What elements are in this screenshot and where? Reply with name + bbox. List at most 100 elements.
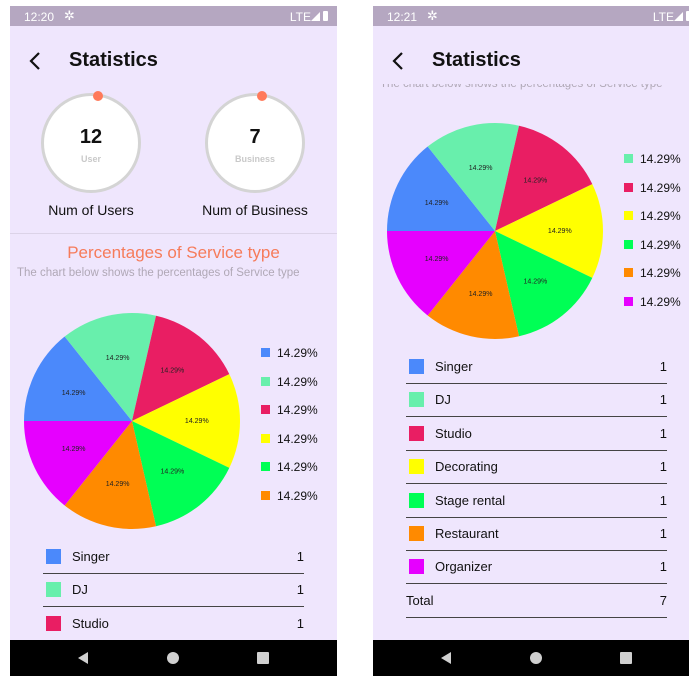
row-service-name: Decorating — [435, 459, 498, 475]
legend-label: 14.29% — [277, 460, 318, 475]
pie-slice-label: 14.29% — [185, 418, 209, 425]
legend-swatch — [624, 268, 633, 278]
signal-icon — [311, 12, 320, 21]
nav-bar — [10, 640, 337, 676]
row-service-count: 1 — [296, 549, 304, 564]
pie-slice-label: 14.29% — [62, 446, 86, 453]
business-count-sublabel: Business — [234, 154, 276, 164]
pie-slice-label: 14.29% — [469, 291, 493, 298]
row-color-swatch — [409, 392, 424, 408]
row-color-swatch — [409, 492, 424, 508]
row-service-count: 1 — [659, 559, 667, 575]
row-color-swatch — [46, 549, 61, 564]
divider — [10, 233, 337, 234]
legend-swatch — [624, 211, 633, 221]
section-description: The chart below shows the percentages of… — [17, 267, 300, 279]
table-row: Singer 1 — [406, 351, 667, 384]
row-service-name: Restaurant — [435, 526, 499, 541]
user-count-value: 12 — [79, 126, 103, 148]
row-color-swatch — [409, 425, 424, 441]
table-row: Studio 1 — [406, 418, 667, 451]
nav-home-button[interactable] — [530, 652, 542, 664]
table-row: Decorating 1 — [406, 451, 667, 485]
status-bar: 12:20 ✲ LTE — [10, 6, 337, 26]
row-service-count: 1 — [659, 492, 667, 508]
row-service-name: Studio — [435, 425, 472, 441]
row-service-name: DJ — [435, 392, 451, 408]
network-type: LTE — [289, 10, 311, 24]
business-count-circle: 7 Business — [205, 91, 305, 193]
row-color-swatch — [409, 526, 424, 541]
nav-recents-button[interactable] — [620, 652, 632, 664]
phone-screen-left: 12:20 ✲ LTE Statistics 12 User Num of Us… — [10, 6, 337, 676]
row-service-name: Organizer — [435, 559, 493, 575]
row-service-name: Studio — [72, 615, 109, 631]
business-count-caption: Num of Business — [202, 202, 308, 218]
row-service-name: Stage rental — [435, 492, 506, 508]
pie-slice-label: 14.29% — [425, 256, 449, 263]
row-service-count: 1 — [659, 359, 667, 374]
pie-slice-label: 14.29% — [161, 367, 185, 374]
total-count: 7 — [659, 592, 667, 608]
pie-slice-label: 14.29% — [524, 279, 548, 286]
row-service-count: 1 — [659, 459, 667, 475]
legend-label: 14.29% — [640, 266, 681, 281]
row-color-swatch — [46, 582, 61, 598]
pie-chart: 14.29% 14.29% 14.29% 14.29% 14.29% 14.29% 14.2… — [24, 313, 240, 529]
nav-home-button[interactable] — [167, 652, 179, 664]
row-color-swatch — [46, 615, 61, 631]
user-count-caption: Num of Users — [48, 202, 134, 218]
row-service-count: 1 — [659, 392, 667, 408]
business-count-value: 7 — [249, 126, 261, 148]
nav-recents-button[interactable] — [257, 652, 269, 664]
status-bar: 12:21 ✲ LTE — [373, 6, 689, 26]
pie-slice-label: 14.29% — [524, 177, 548, 184]
section-title: Percentages of Service type — [67, 243, 280, 262]
pie-slice-label: 14.29% — [62, 390, 86, 397]
row-service-count: 1 — [296, 615, 304, 631]
user-count-sublabel: User — [80, 154, 101, 164]
legend-swatch — [261, 491, 270, 500]
signal-icon — [674, 12, 683, 21]
row-service-count: 1 — [296, 582, 304, 598]
row-service-count: 1 — [659, 526, 667, 541]
legend-swatch — [624, 182, 633, 192]
row-color-swatch — [409, 459, 424, 475]
row-color-swatch — [409, 559, 424, 575]
legend-swatch — [624, 154, 633, 163]
nav-bar — [373, 640, 689, 676]
total-label: Total — [406, 592, 434, 608]
pie-chart: 14.29% 14.29% 14.29% 14.29% 14.29% 14.29% 14.2… — [387, 123, 603, 339]
nav-back-button[interactable] — [78, 652, 88, 664]
legend-label: 14.29% — [277, 374, 318, 389]
legend-swatch — [261, 376, 270, 386]
battery-icon — [323, 11, 328, 21]
phone-screen-right: 12:21 ✲ LTE The chart below shows the pe… — [373, 6, 689, 676]
arrow-back-icon[interactable] — [24, 49, 48, 73]
pie-slice-label: 14.29% — [548, 228, 572, 235]
nav-back-button[interactable] — [441, 652, 451, 664]
legend-label: 14.29% — [640, 295, 681, 309]
pie-slice-label: 14.29% — [106, 355, 130, 362]
legend-swatch — [261, 348, 270, 357]
table-row: Restaurant 1 — [406, 518, 667, 551]
page-title: Statistics — [69, 49, 158, 71]
row-service-name: Singer — [435, 359, 473, 374]
pie-slice-label: 14.29% — [106, 481, 130, 488]
pie-slice-label: 14.29% — [469, 165, 493, 172]
table-row: Stage rental 1 — [406, 485, 667, 518]
progress-dot — [93, 91, 103, 101]
legend-label: 14.29% — [640, 152, 681, 166]
pie-slice-label: 14.29% — [161, 469, 185, 476]
legend-swatch — [261, 405, 270, 415]
legend-label: 14.29% — [640, 237, 681, 252]
legend-swatch — [624, 297, 633, 306]
row-service-name: Singer — [72, 549, 110, 564]
table-row: DJ 1 — [43, 574, 304, 608]
legend-label: 14.29% — [640, 180, 681, 195]
legend-label: 14.29% — [277, 346, 318, 360]
row-color-swatch — [409, 359, 424, 374]
arrow-back-icon[interactable] — [387, 49, 411, 73]
row-service-name: DJ — [72, 582, 88, 598]
legend-swatch — [261, 433, 270, 443]
